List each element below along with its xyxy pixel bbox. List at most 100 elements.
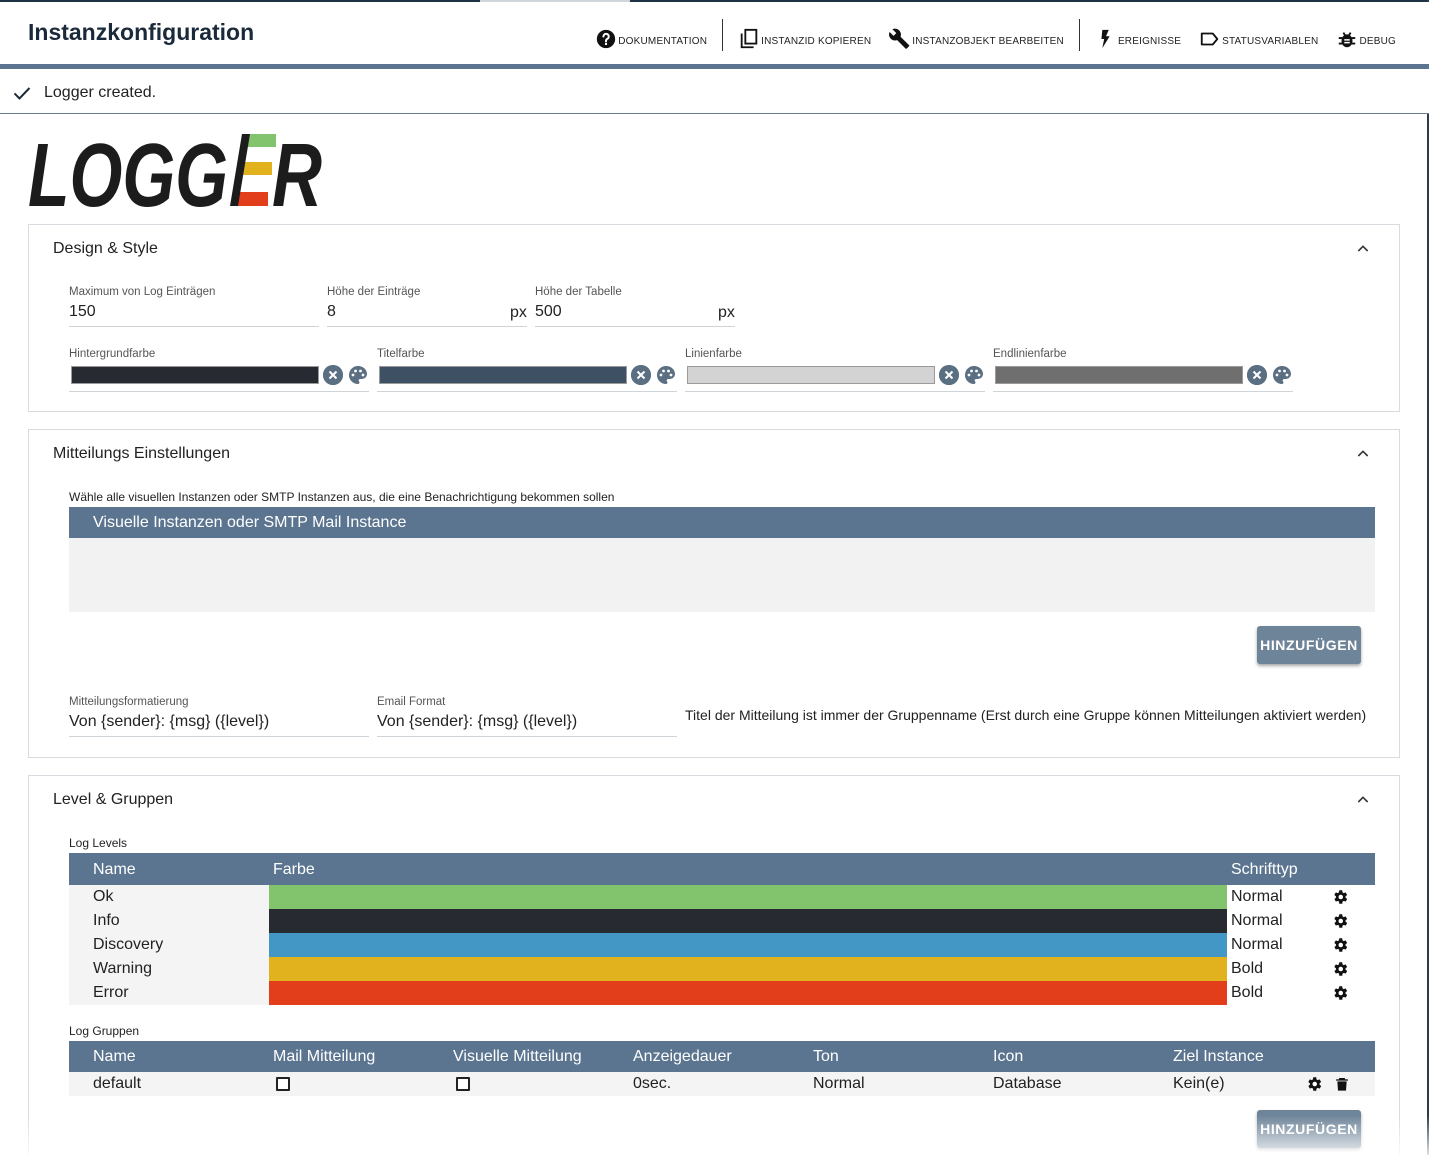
log-groups-header: Name Mail Mitteilung Visuelle Mitteilung… <box>69 1041 1375 1072</box>
message-format-input[interactable]: Von {sender}: {msg} ({level}) <box>69 711 369 737</box>
debug-label: DEBUG <box>1359 36 1396 47</box>
settings-gear-icon[interactable] <box>1331 984 1349 1002</box>
log-groups-label: Log Gruppen <box>69 1024 140 1038</box>
panel-title: Design & Style <box>53 240 158 257</box>
settings-gear-icon[interactable] <box>1331 960 1349 978</box>
success-notification: Logger created. <box>0 69 1429 114</box>
table-height-unit: px <box>718 304 735 321</box>
palette-icon[interactable] <box>1272 365 1292 385</box>
line-color-field <box>685 362 985 392</box>
level-font: Normal <box>1231 888 1283 905</box>
chevron-up-icon[interactable] <box>1355 792 1371 808</box>
column-header-name: Name <box>93 861 136 878</box>
level-name: Warning <box>93 960 152 977</box>
instances-table-body[interactable] <box>69 538 1375 612</box>
column-header-color: Farbe <box>273 861 315 878</box>
line-color-swatch[interactable] <box>687 366 935 384</box>
help-circle-icon <box>597 29 616 49</box>
table-row[interactable]: Discovery Normal <box>69 933 1375 957</box>
table-row[interactable]: Ok Normal <box>69 885 1375 909</box>
copy-instance-id-button[interactable]: INSTANZID KOPIEREN <box>729 20 880 50</box>
toolbar-divider <box>722 19 724 51</box>
level-font: Bold <box>1231 960 1264 977</box>
notification-text: Logger created. <box>44 84 157 101</box>
settings-gear-icon[interactable] <box>1305 1075 1323 1093</box>
background-color-swatch[interactable] <box>71 366 319 384</box>
lightning-icon <box>1101 29 1110 49</box>
settings-gear-icon[interactable] <box>1331 936 1349 954</box>
clear-icon[interactable] <box>323 365 343 385</box>
table-row[interactable]: Warning Bold <box>69 957 1375 981</box>
message-settings-panel: Mitteilungs Einstellungen Wähle alle vis… <box>28 429 1400 758</box>
panel-title: Level & Gruppen <box>53 791 174 808</box>
documentation-button[interactable]: DOKUMENTATION <box>586 20 716 50</box>
edit-instance-object-label: INSTANZOBJEKT BEARBEITEN <box>912 36 1064 47</box>
add-instance-button[interactable]: HINZUFÜGEN <box>1257 626 1361 664</box>
end-line-color-field <box>993 362 1293 392</box>
end-line-color-label: Endlinienfarbe <box>993 348 1067 360</box>
group-target: Kein(e) <box>1173 1075 1225 1092</box>
level-font: Normal <box>1231 912 1283 929</box>
app-header: Instanzkonfiguration DOKUMENTATION INSTA… <box>0 2 1429 64</box>
trash-icon[interactable] <box>1334 1075 1350 1093</box>
message-format-label: Mitteilungsformatierung <box>69 696 189 708</box>
group-column-name: Name <box>93 1048 136 1065</box>
level-color-bar <box>269 981 1227 1005</box>
entry-height-input[interactable]: 8 <box>327 301 527 327</box>
title-color-field <box>377 362 677 392</box>
background-color-label: Hintergrundfarbe <box>69 348 156 360</box>
mail-notification-checkbox[interactable] <box>276 1077 290 1091</box>
status-variables-label: STATUSVARIABLEN <box>1222 36 1319 47</box>
level-name: Discovery <box>93 936 164 953</box>
max-entries-input[interactable]: 150 <box>69 301 319 327</box>
visual-notification-checkbox[interactable] <box>456 1077 470 1091</box>
entry-height-label: Höhe der Einträge <box>327 286 421 298</box>
email-format-input[interactable]: Von {sender}: {msg} ({level}) <box>377 711 677 737</box>
instances-table-header: Visuelle Instanzen oder SMTP Mail Instan… <box>69 507 1375 538</box>
end-line-color-swatch[interactable] <box>995 366 1243 384</box>
table-row[interactable]: Info Normal <box>69 909 1375 933</box>
group-sound: Normal <box>813 1075 865 1092</box>
page-title: Instanzkonfiguration <box>28 19 255 45</box>
title-color-swatch[interactable] <box>379 366 627 384</box>
palette-icon[interactable] <box>656 365 676 385</box>
clear-icon[interactable] <box>631 365 651 385</box>
table-height-input[interactable]: 500 <box>535 301 735 327</box>
chevron-up-icon[interactable] <box>1355 241 1371 257</box>
logger-logo: LOGG R <box>28 126 328 226</box>
instances-column-header: Visuelle Instanzen oder SMTP Mail Instan… <box>93 514 407 531</box>
palette-icon[interactable] <box>348 365 368 385</box>
copy-icon <box>740 28 758 49</box>
edit-instance-object-button[interactable]: INSTANZOBJEKT BEARBEITEN <box>880 20 1073 50</box>
status-variables-button[interactable]: STATUSVARIABLEN <box>1190 20 1327 50</box>
debug-button[interactable]: DEBUG <box>1327 20 1405 50</box>
group-column-visual: Visuelle Mitteilung <box>453 1048 582 1065</box>
panel-title: Mitteilungs Einstellungen <box>53 445 230 462</box>
design-style-panel: Design & Style Maximum von Log Einträgen… <box>28 224 1400 412</box>
settings-gear-icon[interactable] <box>1331 912 1349 930</box>
copy-instance-id-label: INSTANZID KOPIEREN <box>761 36 872 47</box>
chevron-up-icon[interactable] <box>1355 446 1371 462</box>
table-row[interactable]: default 0sec. Normal Database Kein(e) <box>69 1072 1375 1096</box>
settings-gear-icon[interactable] <box>1331 888 1349 906</box>
group-column-duration: Anzeigedauer <box>633 1048 732 1065</box>
add-group-button[interactable]: HINZUFÜGEN <box>1257 1110 1361 1148</box>
palette-icon[interactable] <box>964 365 984 385</box>
clear-icon[interactable] <box>939 365 959 385</box>
bug-icon <box>1339 32 1356 48</box>
level-color-bar <box>269 933 1227 957</box>
level-name: Error <box>93 984 129 1001</box>
group-column-sound: Ton <box>813 1048 839 1065</box>
tag-icon <box>1200 32 1219 46</box>
level-font: Normal <box>1231 936 1283 953</box>
clear-icon[interactable] <box>1247 365 1267 385</box>
svg-text:LOGG: LOGG <box>28 130 228 210</box>
documentation-label: DOKUMENTATION <box>618 36 708 47</box>
events-label: EREIGNISSE <box>1117 36 1182 47</box>
column-header-font: Schrifttyp <box>1231 861 1298 878</box>
group-column-icon: Icon <box>993 1048 1024 1065</box>
svg-text:R: R <box>272 130 322 210</box>
events-button[interactable]: EREIGNISSE <box>1086 20 1190 50</box>
toolbar: DOKUMENTATION INSTANZID KOPIEREN INSTANZ… <box>586 19 1405 51</box>
table-row[interactable]: Error Bold <box>69 981 1375 1005</box>
